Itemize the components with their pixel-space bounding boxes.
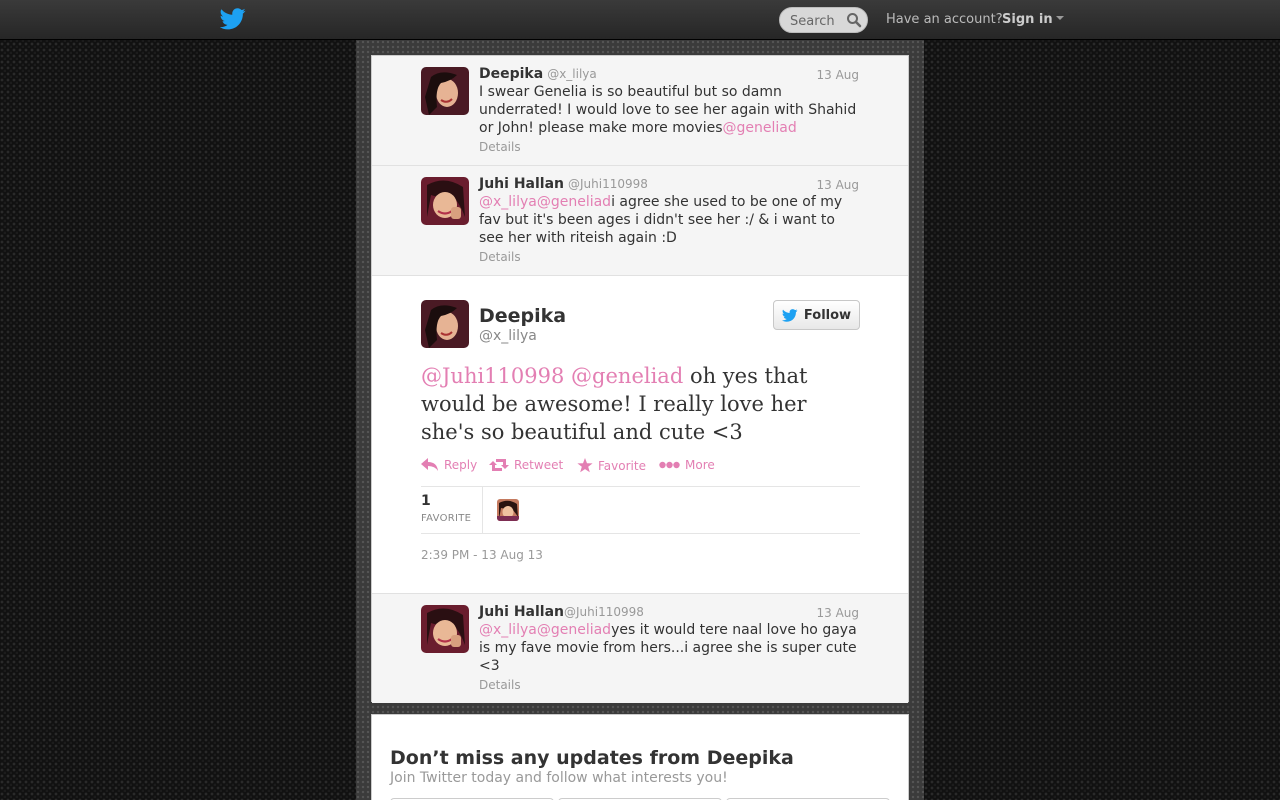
retweet-button[interactable]: Retweet (489, 458, 563, 472)
search-box[interactable] (779, 7, 868, 33)
mention-link[interactable]: @x_lilya (479, 194, 537, 210)
main-author-name[interactable]: Deepika (479, 305, 566, 327)
signin-link[interactable]: Sign in (1002, 12, 1064, 27)
avatar[interactable] (421, 605, 469, 653)
retweet-icon (489, 459, 509, 471)
details-link[interactable]: Details (479, 678, 521, 692)
tweet-text: @x_lilya@geneliadyes it would tere naal … (479, 622, 857, 674)
follow-button[interactable]: Follow (773, 300, 860, 330)
details-link[interactable]: Details (479, 140, 521, 154)
details-link[interactable]: Details (479, 250, 521, 264)
conversation-tweet[interactable]: Juhi Hallan@Juhi110998 13 Aug @x_lilya@g… (372, 593, 908, 703)
signup-card: Don’t miss any updates from Deepika Join… (371, 714, 909, 800)
signin-label[interactable]: Sign in (1002, 12, 1053, 27)
star-icon (577, 458, 593, 473)
signup-subtitle: Join Twitter today and follow what inter… (390, 770, 728, 786)
tweet-timestamp[interactable]: 2:39 PM - 13 Aug 13 (421, 548, 543, 562)
stats-divider (482, 487, 483, 533)
mention-link[interactable]: @x_lilya (479, 622, 537, 638)
have-account-text: Have an account? (886, 12, 1003, 27)
tweet-text: I swear Genelia is so beautiful but so d… (479, 84, 857, 136)
twitter-bird-icon[interactable] (220, 8, 246, 30)
author-name[interactable]: Juhi Hallan@Juhi110998 (479, 176, 648, 192)
top-bar: Have an account? Sign in (0, 0, 1280, 40)
favorite-count[interactable]: 1 (421, 493, 431, 509)
reply-icon (421, 458, 438, 471)
mention-link[interactable]: @geneliad (571, 364, 683, 388)
main-tweet-text: @Juhi110998 @geneliad oh yes that would … (421, 364, 808, 444)
reply-button[interactable]: Reply (421, 458, 477, 472)
signup-title: Don’t miss any updates from Deepika (390, 747, 794, 769)
mention-link[interactable]: @geneliad (723, 120, 797, 136)
main-avatar[interactable] (421, 300, 469, 348)
conversation-tweet[interactable]: Juhi Hallan@Juhi110998 13 Aug @x_lilya@g… (372, 166, 908, 276)
favorite-count-label[interactable]: FAVORITE (421, 513, 471, 524)
favorite-button[interactable]: Favorite (577, 458, 646, 473)
tweet-stats: 1 FAVORITE (421, 486, 860, 534)
author-handle[interactable]: @Juhi110998 (568, 177, 648, 191)
mention-link[interactable]: @geneliad (537, 622, 611, 638)
tweet-text: @x_lilya@geneliadi agree she used to be … (479, 194, 843, 246)
conversation-tweet[interactable]: Deepika @x_lilya 13 Aug I swear Genelia i… (372, 56, 908, 166)
tweet-date[interactable]: 13 Aug (816, 606, 859, 620)
mention-link[interactable]: @Juhi110998 (421, 364, 564, 388)
author-handle[interactable]: @Juhi110998 (564, 605, 644, 619)
author-name[interactable]: Deepika @x_lilya (479, 66, 597, 82)
search-icon[interactable] (846, 12, 862, 28)
follow-label[interactable]: Follow (804, 308, 851, 323)
author-name[interactable]: Juhi Hallan@Juhi110998 (479, 604, 644, 620)
main-author-handle[interactable]: @x_lilya (479, 328, 537, 344)
search-input[interactable] (790, 12, 846, 30)
favoriter-avatar[interactable] (497, 499, 519, 521)
more-button[interactable]: More (659, 458, 715, 472)
caret-down-icon (1055, 16, 1064, 20)
author-handle[interactable]: @x_lilya (547, 67, 597, 81)
avatar[interactable] (421, 67, 469, 115)
avatar[interactable] (421, 177, 469, 225)
tweet-card: Deepika @x_lilya 13 Aug I swear Genelia i… (371, 55, 909, 703)
mention-link[interactable]: @geneliad (537, 194, 611, 210)
more-dots-icon (659, 461, 680, 469)
tweet-date[interactable]: 13 Aug (816, 68, 859, 82)
twitter-bird-icon (781, 308, 798, 322)
tweet-date[interactable]: 13 Aug (816, 178, 859, 192)
